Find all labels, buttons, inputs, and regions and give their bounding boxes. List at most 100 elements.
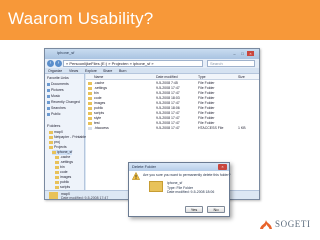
tree-item-label: public — [60, 180, 70, 184]
file-date: 9-5-2008 17:47 — [156, 121, 180, 125]
searches-icon — [47, 106, 50, 110]
dialog-body: Are you sure you want to permanently del… — [129, 171, 231, 216]
file-date: 9-5-2008 18:03 — [156, 96, 180, 100]
nav-item-documents[interactable]: Documents — [47, 82, 69, 87]
close-icon[interactable]: × — [218, 164, 227, 170]
file-name: .cache — [94, 81, 105, 85]
share-button[interactable]: Share — [103, 69, 112, 73]
folder-icon — [88, 107, 92, 110]
nav-item-label: Searches — [51, 106, 66, 110]
details-modified: Date modified: 9-5-2008 17:47 — [61, 196, 109, 200]
address-input[interactable]: « PersoonlijkeFiles (E:) » Projecten » i… — [63, 60, 203, 67]
tree-item-label: images — [60, 175, 72, 179]
file-type: File Folder — [198, 91, 215, 95]
folder-icon — [88, 87, 92, 90]
warning-icon — [132, 172, 140, 180]
folder-icon — [88, 102, 92, 105]
tree-item-label: scripts — [60, 185, 71, 189]
column-header-row: Name Date modified Type Size — [86, 74, 259, 80]
dialog-title: Delete Folder — [132, 164, 157, 169]
file-date: 9-5-2008 17:47 — [156, 111, 180, 115]
file-name: .settings — [94, 86, 108, 90]
pictures-icon — [47, 88, 50, 92]
folder-icon — [88, 92, 92, 95]
file-type: File Folder — [198, 106, 215, 110]
file-name: bin — [94, 91, 99, 95]
views-button[interactable]: Views — [69, 69, 78, 73]
folder-icon — [88, 82, 92, 85]
dialog-question: Are you sure you want to permanently del… — [143, 173, 231, 177]
column-name[interactable]: Name — [94, 75, 103, 79]
file-name: style — [94, 116, 102, 120]
tree-item-label: Projects — [54, 145, 67, 149]
file-type: File Folder — [198, 121, 215, 125]
yes-button[interactable]: Yes — [185, 206, 203, 213]
dialog-folder-info: iphone_sf Type: File Folder Date modifie… — [167, 181, 214, 195]
folder-icon — [55, 180, 59, 184]
organize-button[interactable]: Organize — [48, 69, 62, 73]
nav-item-label: Pictures — [51, 88, 64, 92]
folder-icon — [55, 165, 59, 169]
file-date: 9-5-2008 17:47 — [156, 91, 180, 95]
folder-icon — [55, 175, 59, 179]
file-type: File Folder — [198, 86, 215, 90]
forward-icon[interactable]: › — [55, 60, 62, 67]
file-date: 9-5-2008 7:45 — [156, 81, 178, 85]
maximize-icon[interactable]: □ — [239, 51, 246, 56]
tree-item-label: proj — [54, 140, 60, 144]
navigation-pane: Favorite Links Documents Pictures Music … — [45, 74, 86, 199]
folder-icon — [55, 160, 59, 164]
public-icon — [47, 112, 50, 116]
minimize-icon[interactable]: – — [231, 51, 238, 56]
documents-icon — [47, 82, 50, 86]
file-type: File Folder — [198, 116, 215, 120]
file-name: public — [94, 106, 104, 110]
title-bar: Waarom Usability? — [0, 0, 320, 40]
tree-item-label: bin — [60, 165, 65, 169]
folder-icon — [88, 112, 92, 115]
dialog-folder-date: Date modified: 9-5-2008 18:06 — [167, 190, 215, 194]
file-name: code — [94, 96, 102, 100]
tree-item-label: code — [60, 170, 68, 174]
folders-header[interactable]: Folders — [47, 123, 60, 128]
nav-item-pictures[interactable]: Pictures — [47, 88, 64, 93]
explore-button[interactable]: Explore — [85, 69, 97, 73]
file-type: File Folder — [198, 101, 215, 105]
delete-folder-dialog: Delete Folder × Are you sure you want to… — [128, 162, 231, 217]
folder-icon — [88, 117, 92, 120]
tree-item-label: iphone_sf — [57, 150, 73, 154]
folder-icon — [88, 122, 92, 125]
favorites-label: Favorite Links — [47, 76, 69, 80]
file-type: HTACCESS File — [198, 126, 224, 130]
close-icon[interactable]: × — [247, 51, 254, 56]
file-name: .htaccess — [94, 126, 109, 130]
nav-item-public[interactable]: Public — [47, 112, 61, 117]
column-type[interactable]: Type — [198, 75, 206, 79]
tree-item-label: mapX — [54, 130, 64, 134]
column-size[interactable]: Size — [238, 75, 245, 79]
burn-button[interactable]: Burn — [119, 69, 126, 73]
no-button[interactable]: No — [207, 206, 225, 213]
window-title: iphone_sf — [57, 50, 75, 55]
file-date: 9-5-2008 17:47 — [156, 116, 180, 120]
folder-icon — [55, 185, 59, 189]
column-date[interactable]: Date modified — [156, 75, 178, 79]
folder-icon — [49, 192, 58, 199]
tree-item-label: .cache — [60, 155, 71, 159]
nav-item-searches[interactable]: Searches — [47, 106, 66, 111]
search-input[interactable]: Search — [207, 60, 255, 67]
nav-item-label: Music — [51, 94, 61, 98]
file-type: File Folder — [198, 81, 215, 85]
back-icon[interactable]: ‹ — [47, 60, 54, 67]
nav-item-music[interactable]: Music — [47, 94, 60, 99]
flame-icon — [260, 220, 272, 229]
folder-icon — [149, 181, 163, 192]
file-type: File Folder — [198, 96, 215, 100]
file-date: 9-5-2008 17:47 — [156, 86, 180, 90]
file-name: images — [94, 101, 106, 105]
nav-item-recently-changed[interactable]: Recently Changed — [47, 100, 80, 105]
nav-item-label: Public — [51, 112, 61, 116]
table-row[interactable]: .htaccess 9-5-2008 17:47 HTACCESS File 1 KB — [86, 126, 259, 131]
dialog-title-bar: Delete Folder × — [129, 163, 229, 171]
recent-icon — [47, 100, 50, 104]
